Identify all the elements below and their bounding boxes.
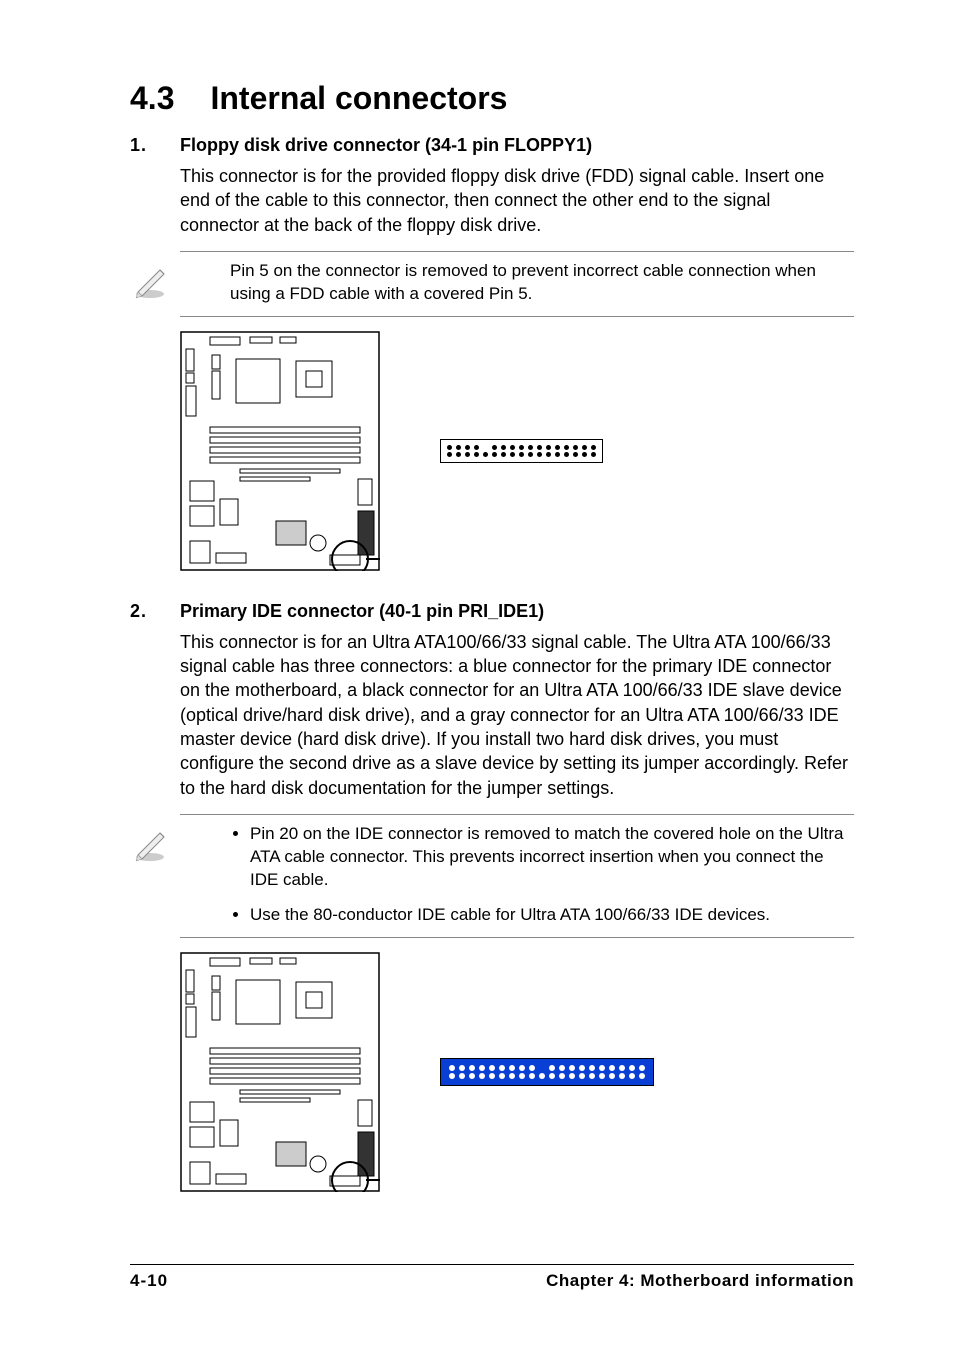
note-bullet: Use the 80-conductor IDE cable for Ultra… <box>250 904 854 927</box>
page-number: 4-10 <box>130 1271 168 1291</box>
note-bullet: Pin 20 on the IDE connector is removed t… <box>250 823 854 892</box>
document-page: 4.3 Internal connectors 1. Floppy disk d… <box>0 0 954 1351</box>
item-body: This connector is for an Ultra ATA100/66… <box>180 630 854 800</box>
chapter-title: Chapter 4: Motherboard information <box>546 1271 854 1291</box>
page-footer: 4-10 Chapter 4: Motherboard information <box>130 1264 854 1291</box>
motherboard-diagram-icon <box>180 331 380 571</box>
note-box: Pin 5 on the connector is removed to pre… <box>180 251 854 317</box>
item-title: Primary IDE connector (40-1 pin PRI_IDE1… <box>180 601 544 622</box>
floppy-connector-diagram-icon <box>440 439 603 463</box>
motherboard-diagram-icon <box>180 952 380 1192</box>
item-number: 1. <box>130 135 180 156</box>
pencil-note-icon <box>130 823 170 863</box>
section-title-text: Internal connectors <box>210 80 507 117</box>
section-number: 4.3 <box>130 80 174 117</box>
item-number: 2. <box>130 601 180 622</box>
diagram-row <box>180 952 854 1192</box>
note-box: Pin 20 on the IDE connector is removed t… <box>180 814 854 938</box>
note-list: Pin 20 on the IDE connector is removed t… <box>230 823 854 927</box>
diagram-row <box>180 331 854 571</box>
pencil-note-icon <box>130 260 170 300</box>
item-heading: 2. Primary IDE connector (40-1 pin PRI_I… <box>130 601 854 622</box>
item-body: This connector is for the provided flopp… <box>180 164 854 237</box>
note-text: Pin 5 on the connector is removed to pre… <box>230 261 816 303</box>
ide-connector-diagram-icon <box>440 1058 654 1086</box>
item-heading: 1. Floppy disk drive connector (34-1 pin… <box>130 135 854 156</box>
section-title: 4.3 Internal connectors <box>130 80 854 117</box>
item-title: Floppy disk drive connector (34-1 pin FL… <box>180 135 592 156</box>
